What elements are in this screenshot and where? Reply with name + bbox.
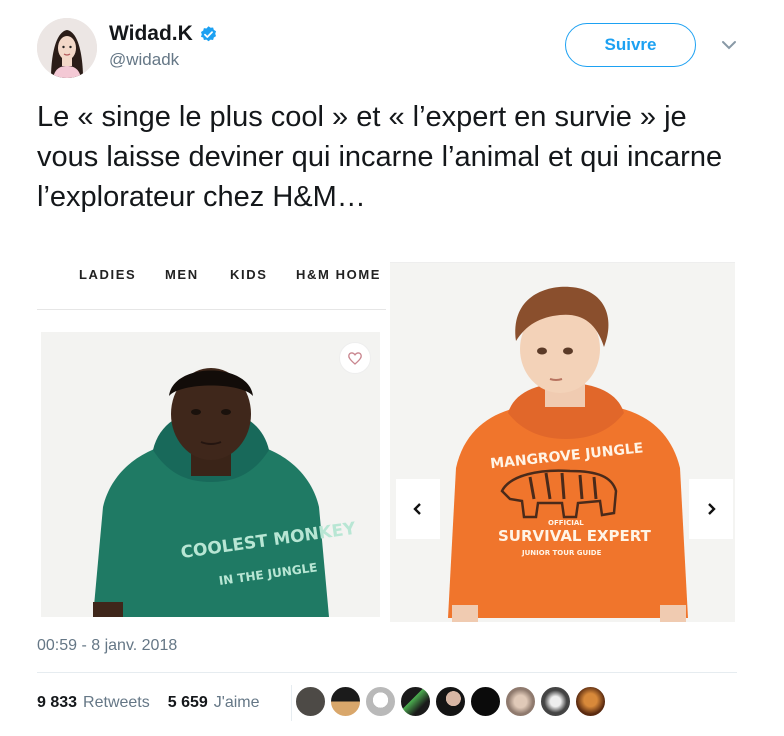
verified-badge-icon	[199, 25, 218, 44]
tweet-media[interactable]: LADIES MEN KIDS H&M HOME COOLEST MONKEY …	[37, 262, 735, 622]
author-display-name[interactable]: Widad.K	[109, 22, 218, 46]
heart-icon[interactable]	[339, 342, 371, 374]
stats-separator	[291, 685, 292, 721]
nav-item-men: MEN	[165, 267, 199, 282]
liker-avatar-7[interactable]	[505, 686, 536, 717]
author-name-block: Widad.K @widadk	[109, 22, 218, 70]
retweets-label[interactable]: Retweets	[83, 694, 150, 712]
tweet-header: Widad.K @widadk Suivre	[37, 18, 747, 80]
liker-avatar-8[interactable]	[540, 686, 571, 717]
liker-avatar-3[interactable]	[365, 686, 396, 717]
orange-hoodie-photo: MANGROVE JUNGLE OFFICIAL SURVIVAL EXPERT…	[390, 263, 735, 622]
green-hoodie-photo: COOLEST MONKEY IN THE JUNGLE	[41, 332, 380, 617]
author-avatar[interactable]	[37, 18, 97, 78]
likers-avatars	[295, 686, 606, 717]
follow-button[interactable]: Suivre	[565, 23, 696, 67]
chevron-down-icon[interactable]	[720, 36, 738, 54]
tweet-timestamp[interactable]: 00:59 - 8 janv. 2018	[37, 637, 177, 655]
chevron-left-icon	[413, 503, 421, 515]
liker-avatar-9[interactable]	[575, 686, 606, 717]
liker-avatar-1[interactable]	[295, 686, 326, 717]
author-handle[interactable]: @widadk	[109, 50, 218, 70]
likes-count[interactable]: 5 659	[168, 694, 208, 712]
nav-item-hm-home: H&M HOME	[296, 267, 382, 282]
carousel-prev-button[interactable]	[396, 479, 440, 539]
liker-avatar-4[interactable]	[400, 686, 431, 717]
liker-avatar-6[interactable]	[470, 686, 501, 717]
divider-top	[37, 672, 737, 673]
likes-label[interactable]: J'aime	[214, 694, 260, 712]
author-display-name-text[interactable]: Widad.K	[109, 22, 193, 46]
tweet-text: Le « singe le plus cool » et « l’expert …	[37, 101, 723, 213]
tweet-stats: 9 833 Retweets 5 659 J'aime	[37, 683, 292, 723]
nav-item-ladies: LADIES	[79, 267, 137, 282]
store-nav-bar: LADIES MEN KIDS H&M HOME	[37, 262, 386, 310]
liker-avatar-2[interactable]	[330, 686, 361, 717]
nav-item-kids: KIDS	[230, 267, 268, 282]
liker-avatar-5[interactable]	[435, 686, 466, 717]
carousel-next-button[interactable]	[689, 479, 733, 539]
right-shirt-line-3: SURVIVAL EXPERT	[498, 527, 652, 545]
retweets-count[interactable]: 9 833	[37, 694, 77, 712]
right-shirt-line-2: OFFICIAL	[548, 519, 584, 527]
media-left-panel[interactable]: LADIES MEN KIDS H&M HOME COOLEST MONKEY …	[37, 262, 386, 622]
right-shirt-line-4: JUNIOR TOUR GUIDE	[521, 549, 602, 557]
chevron-right-icon	[708, 503, 716, 515]
media-right-panel[interactable]: MANGROVE JUNGLE OFFICIAL SURVIVAL EXPERT…	[390, 262, 735, 622]
